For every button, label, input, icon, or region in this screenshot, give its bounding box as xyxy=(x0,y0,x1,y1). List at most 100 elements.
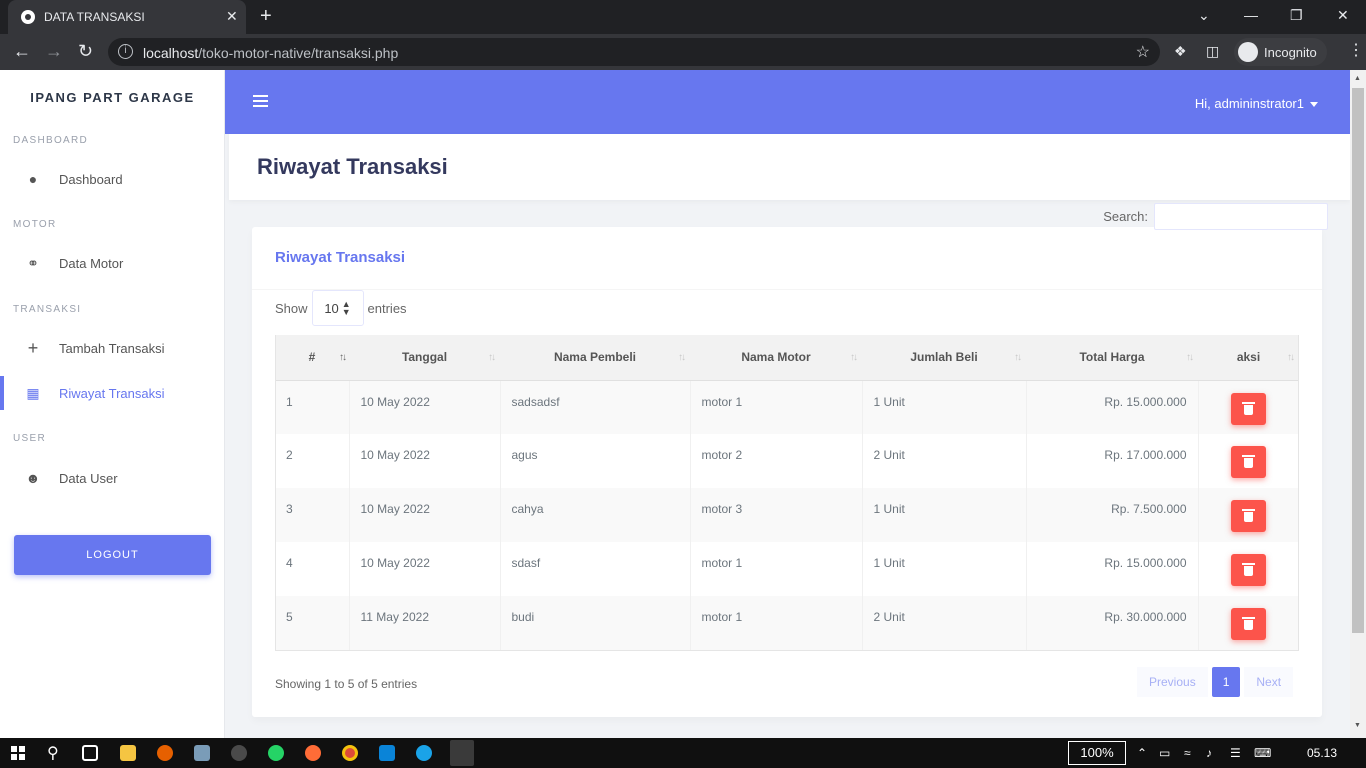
volume-icon[interactable]: ♪ xyxy=(1206,746,1212,760)
sidebar-section-dashboard: DASHBOARD xyxy=(13,135,89,146)
sidebar-item-tambah-transaksi[interactable]: + Tambah Transaksi xyxy=(0,331,225,365)
keyboard-icon[interactable]: ⌨ xyxy=(1254,746,1271,760)
transactions-table: # ↑↓ Tanggal ↑↓ Nama Pembeli ↑↓ Nama Motor ↑… xyxy=(275,335,1299,650)
cell-jumlah: 2 Unit xyxy=(862,434,1027,488)
cell-tanggal: 10 May 2022 xyxy=(349,488,501,542)
page-1-button[interactable]: 1 xyxy=(1211,667,1241,697)
scrollbar-thumb[interactable] xyxy=(1352,88,1364,633)
table-row: 2 10 May 2022 agus motor 2 2 Unit Rp. 17… xyxy=(275,434,1299,488)
pagination: Previous 1 Next xyxy=(1137,667,1294,697)
reload-icon[interactable]: ↻ xyxy=(78,41,93,61)
delete-trash-button[interactable] xyxy=(1231,392,1267,425)
windows-start-icon[interactable] xyxy=(11,746,25,760)
edge-app-icon[interactable] xyxy=(416,745,432,761)
remote-desktop-icon[interactable] xyxy=(194,745,210,761)
back-arrow-icon[interactable]: ← xyxy=(13,41,31,61)
plus-icon: + xyxy=(27,337,39,358)
column-header-no[interactable]: # ↑↓ xyxy=(275,335,349,381)
page-favicon-icon xyxy=(21,10,35,24)
firefox-icon[interactable] xyxy=(157,745,173,761)
extensions-puzzle-icon[interactable]: ❖ xyxy=(1174,43,1190,59)
brand-title[interactable]: IPANG PART GARAGE xyxy=(0,90,225,105)
previous-page-button[interactable]: Previous xyxy=(1137,667,1208,697)
page-length-select[interactable]: 10 ▲ ▼ xyxy=(311,290,364,326)
column-header-jumlah-beli[interactable]: Jumlah Beli ↑↓ xyxy=(862,335,1026,381)
delete-trash-button[interactable] xyxy=(1231,608,1267,640)
tab-search-chevron-icon[interactable]: ⌄ xyxy=(1198,6,1210,24)
cell-motor: motor 1 xyxy=(690,596,863,650)
file-explorer-icon[interactable] xyxy=(120,745,136,761)
show-label: Show xyxy=(275,300,308,316)
wifi-icon[interactable]: ≈ xyxy=(1184,746,1191,760)
sidebar-item-riwayat-transaksi[interactable]: ▦ Riwayat Transaksi xyxy=(0,376,225,410)
sort-icon: ↑↓ xyxy=(1014,352,1022,363)
chrome-icon[interactable] xyxy=(342,745,358,761)
sort-icon: ↑↓ xyxy=(850,352,858,363)
search-control: Search: xyxy=(1103,203,1328,230)
cell-motor: motor 1 xyxy=(690,542,863,596)
address-bar[interactable]: i localhost/toko-motor-native/transaksi.… xyxy=(108,38,1160,66)
postman-icon[interactable] xyxy=(305,745,321,761)
whatsapp-icon[interactable] xyxy=(268,745,284,761)
sidebar-item-data-motor[interactable]: ⚭ Data Motor xyxy=(0,246,225,280)
task-view-icon[interactable] xyxy=(82,745,98,761)
clock-time[interactable]: 05.13 xyxy=(1307,746,1337,760)
column-header-tanggal[interactable]: Tanggal ↑↓ xyxy=(349,335,500,381)
incognito-badge[interactable]: Incognito xyxy=(1234,38,1327,66)
logout-button[interactable]: LOGOUT xyxy=(14,535,211,575)
column-header-aksi[interactable]: aksi ↑↓ xyxy=(1198,335,1299,381)
sidebar-section-user: USER xyxy=(13,433,46,444)
cell-tanggal: 11 May 2022 xyxy=(349,596,501,650)
cell-aksi xyxy=(1198,434,1299,488)
forward-arrow-icon[interactable]: → xyxy=(45,41,63,61)
restore-icon[interactable]: ❐ xyxy=(1290,6,1303,24)
delete-trash-button[interactable] xyxy=(1231,500,1267,532)
delete-trash-button[interactable] xyxy=(1231,554,1267,586)
grid-icon: ▦ xyxy=(26,384,40,401)
hamburger-menu-icon[interactable] xyxy=(253,95,268,110)
sidebar: IPANG PART GARAGE DASHBOARD ● Dashboard … xyxy=(0,70,225,738)
cell-pembeli: cahya xyxy=(500,488,691,542)
delete-trash-button[interactable] xyxy=(1231,446,1267,478)
page-scrollbar[interactable]: ▲ ▼ xyxy=(1350,70,1366,738)
sort-icon: ↑↓ xyxy=(1287,352,1295,363)
new-tab-button[interactable]: + xyxy=(260,6,272,26)
battery-icon[interactable]: ▭ xyxy=(1159,746,1170,760)
sort-asc-icon: ↑↓ xyxy=(339,352,347,363)
minimize-icon[interactable]: — xyxy=(1244,6,1258,24)
search-input[interactable] xyxy=(1154,203,1328,230)
cell-pembeli: agus xyxy=(500,434,691,488)
scroll-down-arrow-icon[interactable]: ▼ xyxy=(1354,722,1361,729)
column-header-nama-pembeli[interactable]: Nama Pembeli ↑↓ xyxy=(500,335,690,381)
browser-tab[interactable]: DATA TRANSAKSI ✕ xyxy=(8,0,246,34)
column-header-nama-motor[interactable]: Nama Motor ↑↓ xyxy=(690,335,862,381)
tab-close-icon[interactable]: ✕ xyxy=(226,8,238,24)
search-icon[interactable]: ⚲ xyxy=(47,743,59,763)
select-arrows-icon: ▲ ▼ xyxy=(341,299,351,317)
column-header-total-harga[interactable]: Total Harga ↑↓ xyxy=(1026,335,1198,381)
cell-aksi xyxy=(1198,596,1299,650)
tray-chevron-icon[interactable]: ⌃ xyxy=(1137,746,1147,760)
notification-icon[interactable]: ☰ xyxy=(1230,746,1241,760)
browser-menu-icon[interactable]: ⋮ xyxy=(1348,43,1364,59)
site-info-icon[interactable]: i xyxy=(118,44,133,59)
side-panel-icon[interactable]: ◫ xyxy=(1206,43,1222,59)
bookmark-star-icon[interactable]: ☆ xyxy=(1136,42,1150,62)
vscode-icon[interactable] xyxy=(379,745,395,761)
caret-down-icon xyxy=(1310,102,1318,108)
tool-app-icon[interactable] xyxy=(231,745,247,761)
cell-total: Rp. 17.000.000 xyxy=(1026,434,1199,488)
sidebar-item-label: Tambah Transaksi xyxy=(59,340,165,356)
table-row: 3 10 May 2022 cahya motor 3 1 Unit Rp. 7… xyxy=(275,488,1299,542)
sidebar-item-dashboard[interactable]: ● Dashboard xyxy=(0,162,225,196)
sidebar-section-motor: MOTOR xyxy=(13,219,57,230)
cell-motor: motor 3 xyxy=(690,488,863,542)
scroll-up-arrow-icon[interactable]: ▲ xyxy=(1354,75,1361,82)
chrome-active-icon[interactable] xyxy=(450,740,474,766)
zoom-indicator[interactable]: 100% xyxy=(1068,741,1126,765)
user-dropdown[interactable]: Hi, admininstrator1 xyxy=(1195,96,1318,111)
sidebar-item-data-user[interactable]: ☻ Data User xyxy=(0,461,225,495)
window-close-icon[interactable]: ✕ xyxy=(1337,6,1349,24)
next-page-button[interactable]: Next xyxy=(1244,667,1294,697)
table-row: 4 10 May 2022 sdasf motor 1 1 Unit Rp. 1… xyxy=(275,542,1299,596)
